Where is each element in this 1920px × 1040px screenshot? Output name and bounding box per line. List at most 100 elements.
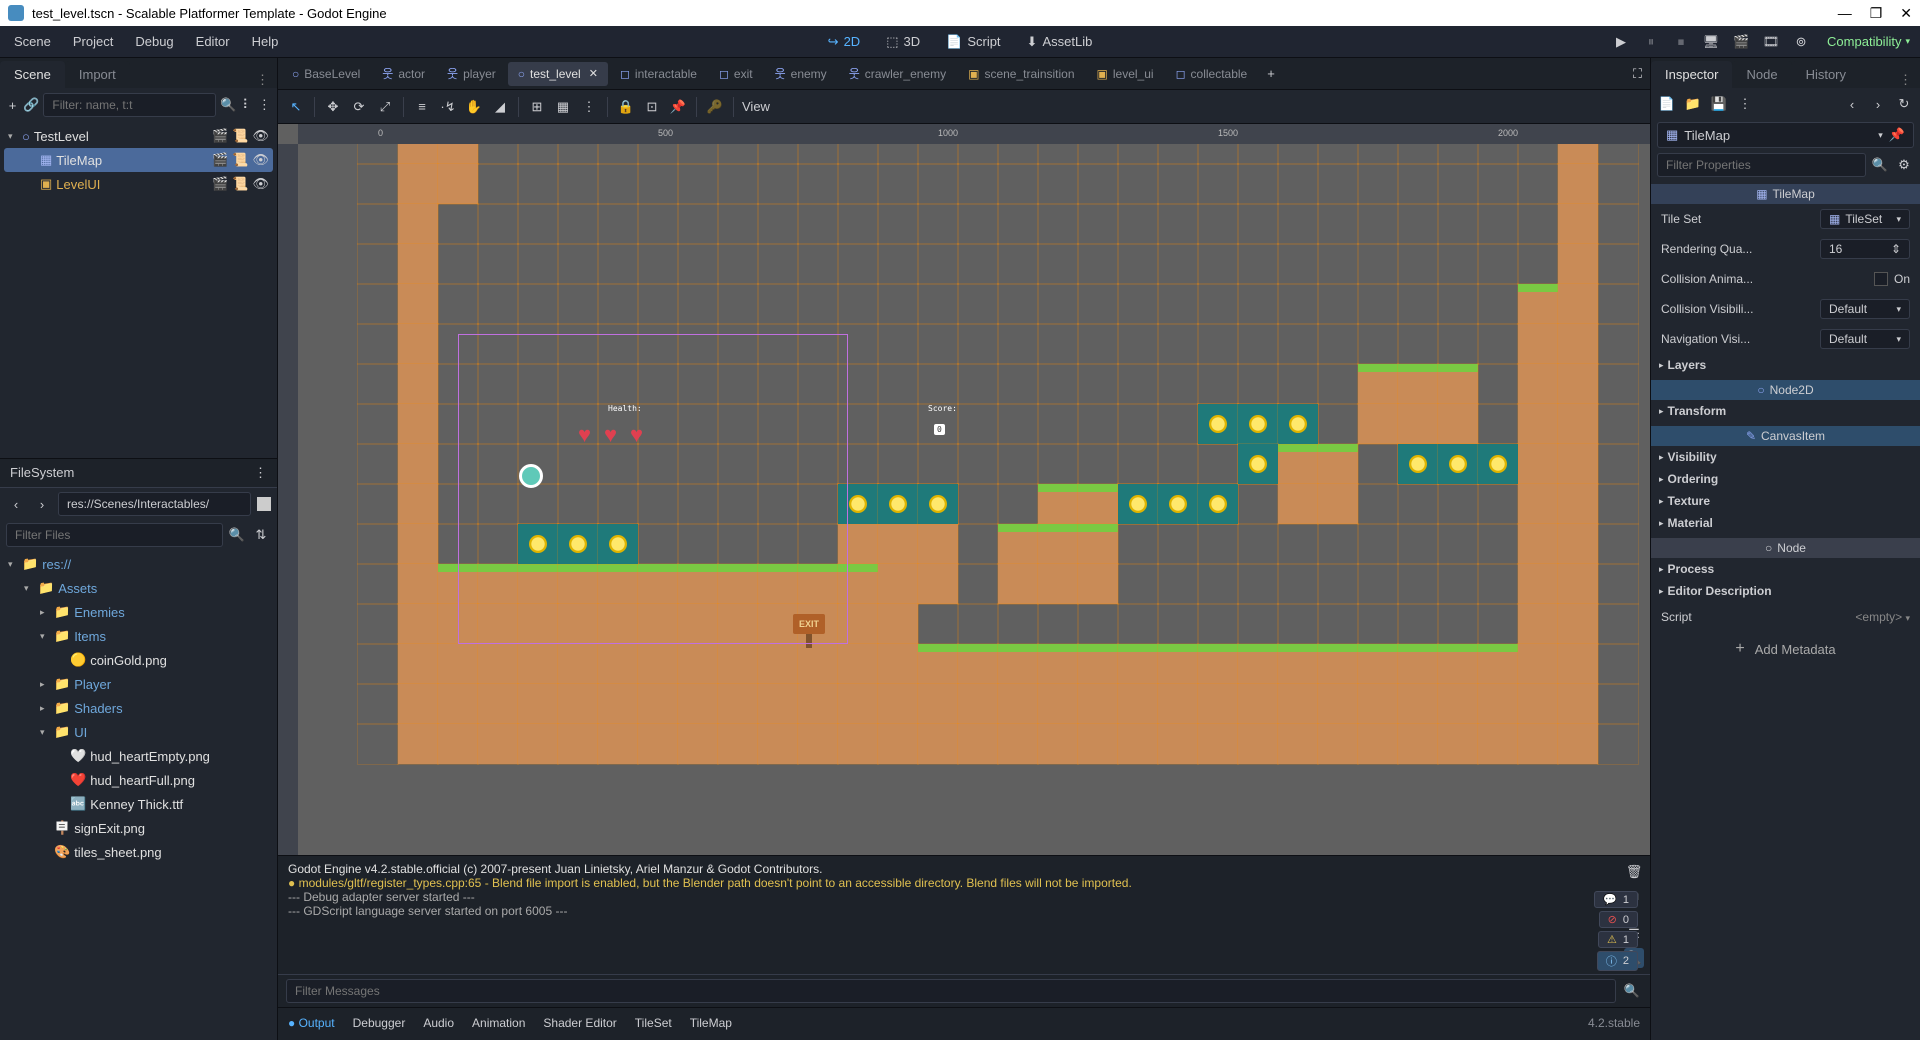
view-menu[interactable]: View (742, 99, 770, 114)
inspector-filter-input[interactable] (1657, 153, 1866, 177)
error-count-badge[interactable]: ⊘0 (1599, 911, 1638, 928)
pan-tool[interactable]: ✋ (464, 97, 484, 117)
ruler-tool[interactable]: ◢ (490, 97, 510, 117)
smart-snap-icon[interactable]: ⊞ (527, 97, 547, 117)
minimize-button[interactable]: — (1838, 5, 1852, 22)
move-tool[interactable]: ✥ (323, 97, 343, 117)
search-icon[interactable]: 🔍 (220, 95, 236, 115)
fs-item[interactable]: ❤️hud_heartFull.png (4, 768, 273, 792)
filter-search-icon[interactable]: 🔍 (1622, 981, 1642, 1001)
bottom-tab-output[interactable]: ● Output (288, 1016, 335, 1030)
prop-collision-anim[interactable]: On (1874, 272, 1910, 286)
fs-item[interactable]: 🟡coinGold.png (4, 648, 273, 672)
menu-help[interactable]: Help (242, 30, 289, 53)
fs-item[interactable]: ▸📁Player (4, 672, 273, 696)
insp-load-icon[interactable]: 📁 (1683, 94, 1703, 114)
maximize-button[interactable]: ❐ (1870, 5, 1883, 22)
instance-scene-button[interactable]: 🔗 (23, 95, 39, 115)
scene-tab-level_ui[interactable]: ▣level_ui (1087, 62, 1164, 86)
visibility-icon[interactable]: 👁 (252, 128, 269, 144)
section-tilemap[interactable]: ▦TileMap (1651, 184, 1920, 204)
new-scene-button[interactable]: + (1259, 66, 1283, 81)
play-button[interactable]: ▶ (1611, 32, 1631, 52)
grid-snap-icon[interactable]: ▦ (553, 97, 573, 117)
scene-tab-exit[interactable]: ◻exit (709, 62, 763, 86)
fs-view-toggle[interactable] (257, 497, 271, 511)
add-metadata-button[interactable]: +Add Metadata (1651, 632, 1920, 666)
section-canvasitem[interactable]: ✎CanvasItem (1651, 426, 1920, 446)
fold-material[interactable]: ▸Material (1651, 512, 1920, 534)
inspector-tab[interactable]: Inspector (1651, 61, 1732, 88)
scene-node-testlevel[interactable]: ▾○TestLevel🎬📜👁 (4, 124, 273, 148)
select-tool[interactable]: ↖ (286, 97, 306, 117)
instance-icon[interactable]: 🎬 (212, 128, 228, 144)
fs-item[interactable]: 🪧signExit.png (4, 816, 273, 840)
instance-icon[interactable]: 🎬 (212, 152, 228, 168)
fs-item[interactable]: ▾📁UI (4, 720, 273, 744)
pivot-tool[interactable]: ·↯ (438, 97, 458, 117)
insp-more-icon[interactable]: ⋮ (1735, 94, 1755, 114)
snap-options-icon[interactable]: ⋮ (579, 97, 599, 117)
script-icon[interactable]: 📜 (232, 152, 248, 168)
scene-tab-player[interactable]: 웃player (437, 60, 506, 87)
script-icon[interactable]: 📜 (232, 128, 248, 144)
visibility-icon[interactable]: 👁 (252, 152, 269, 168)
insp-tools-icon[interactable]: ⚙ (1894, 155, 1914, 175)
fold-ordering[interactable]: ▸Ordering (1651, 468, 1920, 490)
skeleton-icon[interactable]: 📌 (668, 97, 688, 117)
scene-tab-collectable[interactable]: ◻collectable (1166, 62, 1258, 86)
fs-filter-input[interactable] (6, 523, 223, 547)
fs-item[interactable]: ▸📁Shaders (4, 696, 273, 720)
play-custom-button[interactable]: 🎞 (1761, 32, 1781, 52)
scene-tab-scene_trainsition[interactable]: ▣scene_trainsition (958, 62, 1084, 86)
scene-tab-interactable[interactable]: ◻interactable (610, 62, 707, 86)
fs-options-icon[interactable]: ⋮ (254, 465, 267, 481)
mode-assetlib[interactable]: ⬇ AssetLib (1021, 30, 1099, 54)
warn-count-badge[interactable]: ⚠1 (1598, 931, 1638, 948)
mode-2d[interactable]: ↪ 2D (822, 30, 867, 54)
animation-key-icon[interactable]: 🔑 (705, 97, 725, 117)
insp-filter-search-icon[interactable]: 🔍 (1870, 155, 1890, 175)
fs-item[interactable]: ▾📁res:// (4, 552, 273, 576)
section-node2d[interactable]: ○Node2D (1651, 380, 1920, 400)
history-tab[interactable]: History (1792, 61, 1860, 88)
fold-texture[interactable]: ▸Texture (1651, 490, 1920, 512)
scene-tab-test_level[interactable]: ○test_level✕ (508, 62, 608, 86)
visibility-icon[interactable]: 👁 (252, 176, 269, 192)
scene-tab-BaseLevel[interactable]: ○BaseLevel (282, 62, 370, 86)
viewport-2d[interactable]: 0500100015002000 ✥ − 56.1 % + Health:Sco… (278, 124, 1650, 855)
bottom-tab-animation[interactable]: Animation (472, 1016, 525, 1030)
node-tab[interactable]: Node (1732, 61, 1791, 88)
fs-search-icon[interactable]: 🔍 (227, 525, 247, 545)
fold-layers[interactable]: ▸Layers (1651, 354, 1920, 376)
fold-process[interactable]: ▸Process (1651, 558, 1920, 580)
group-icon[interactable]: ⊡ (642, 97, 662, 117)
prop-nav-vis[interactable]: Default▾ (1820, 329, 1910, 349)
close-button[interactable]: ✕ (1900, 5, 1912, 22)
msg-count-badge[interactable]: 💬1 (1594, 891, 1638, 908)
filter-messages-input[interactable] (286, 979, 1616, 1003)
fs-item[interactable]: 🤍hud_heartEmpty.png (4, 744, 273, 768)
bottom-tab-debugger[interactable]: Debugger (353, 1016, 406, 1030)
mode-3d[interactable]: ⬚ 3D (880, 30, 926, 54)
fs-item[interactable]: 🔤Kenney Thick.ttf (4, 792, 273, 816)
movie-button[interactable]: ⊚ (1791, 32, 1811, 52)
fs-back-button[interactable]: ‹ (6, 494, 26, 514)
list-select-tool[interactable]: ≡ (412, 97, 432, 117)
bottom-tab-tilemap[interactable]: TileMap (690, 1016, 732, 1030)
scene-tab-enemy[interactable]: 웃enemy (765, 60, 837, 87)
prop-tileset[interactable]: ▦TileSet▾ (1820, 209, 1910, 229)
fs-item[interactable]: ▸📁Enemies (4, 600, 273, 624)
fs-sort-icon[interactable]: ⇅ (251, 525, 271, 545)
pause-button[interactable]: ⏸ (1641, 32, 1661, 52)
lock-icon[interactable]: 🔒 (616, 97, 636, 117)
scene-filter-input[interactable] (43, 93, 216, 117)
rotate-tool[interactable]: ⟳ (349, 97, 369, 117)
prop-rendering[interactable]: 16⇕ (1820, 239, 1910, 259)
info-count-badge[interactable]: ⓘ2 (1597, 951, 1638, 971)
menu-editor[interactable]: Editor (186, 30, 240, 53)
scene-tab-crawler_enemy[interactable]: 웃crawler_enemy (839, 60, 956, 87)
fs-item[interactable]: 🎨tiles_sheet.png (4, 840, 273, 864)
fs-fwd-button[interactable]: › (32, 494, 52, 514)
dock-options-icon[interactable]: ⋮ (248, 72, 277, 88)
